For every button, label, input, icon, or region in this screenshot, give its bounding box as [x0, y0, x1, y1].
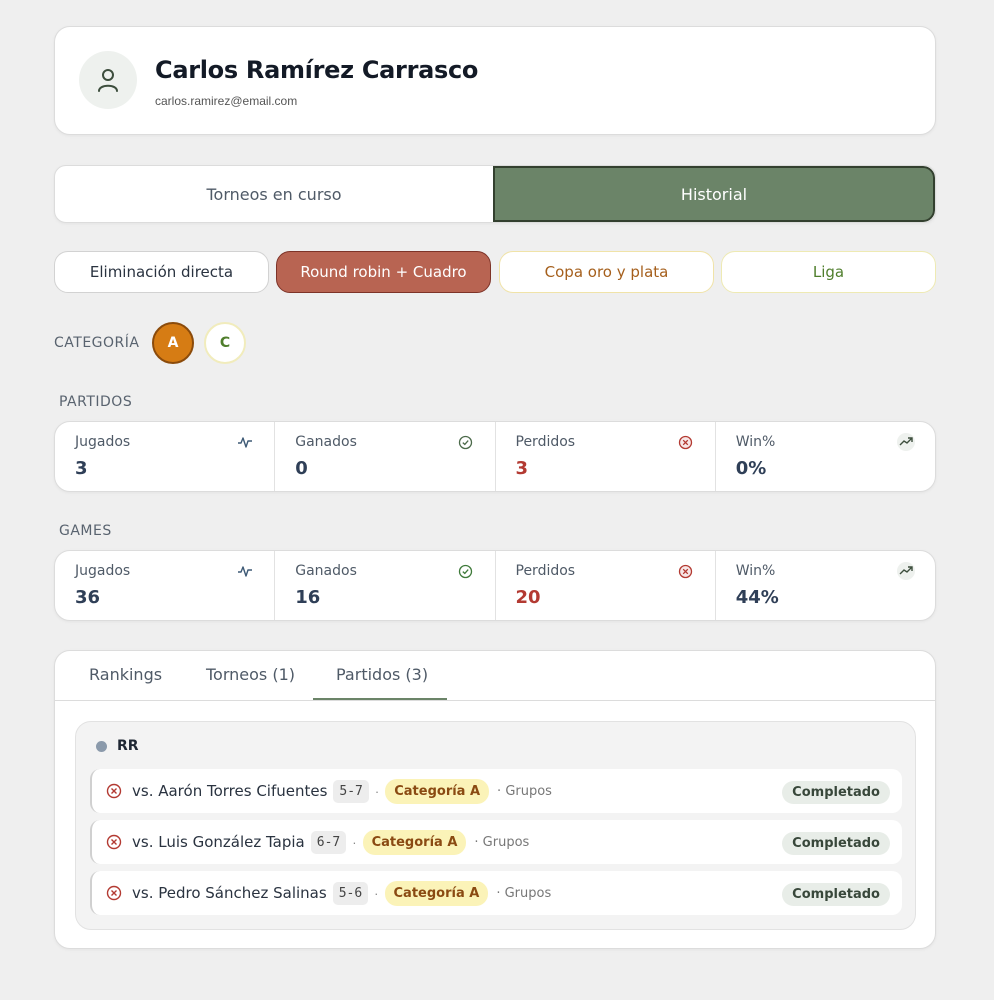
category-label: CATEGORÍA — [54, 335, 140, 351]
stat-label: Ganados — [295, 563, 357, 579]
match-score: 5-7 — [333, 779, 369, 803]
format-eliminacion-directa[interactable]: Eliminación directa — [54, 251, 269, 293]
stat-label: Perdidos — [515, 434, 576, 450]
match-opponent: vs. Luis González Tapia — [132, 833, 305, 851]
category-c-button[interactable]: C — [204, 322, 246, 364]
stat-label: Win% — [735, 434, 776, 450]
history-panel: Rankings Torneos (1) Partidos (3) RR vs.… — [54, 650, 936, 949]
group-title: RR — [117, 738, 139, 754]
stat-label: Win% — [735, 563, 776, 579]
separator-dot: · — [374, 885, 379, 901]
profile-email: carlos.ramirez@email.com — [155, 94, 298, 108]
trending-up-icon — [897, 562, 915, 580]
stat-value: 20 — [515, 587, 541, 608]
stat-value: 44% — [735, 587, 779, 608]
match-group: RR vs. Aarón Torres Cifuentes 5-7 · Cate… — [75, 721, 916, 930]
match-opponent: vs. Aarón Torres Cifuentes — [132, 782, 328, 800]
check-circle-icon — [457, 562, 475, 580]
match-row[interactable]: vs. Luis González Tapia 6-7 · Categoría … — [90, 820, 902, 864]
status-badge: Completado — [782, 883, 890, 906]
category-a-button[interactable]: A — [152, 322, 194, 364]
profile-card: Carlos Ramírez Carrasco carlos.ramirez@e… — [54, 26, 936, 135]
match-row[interactable]: vs. Aarón Torres Cifuentes 5-7 · Categor… — [90, 769, 902, 813]
check-circle-icon — [457, 433, 475, 451]
match-phase: · Grupos — [496, 885, 552, 901]
stat-value: 36 — [75, 587, 101, 608]
x-circle-icon — [677, 433, 695, 451]
user-icon — [79, 51, 137, 109]
match-score: 6-7 — [310, 830, 347, 854]
stat-jugados: Jugados 3 — [55, 422, 276, 491]
x-circle-icon — [106, 885, 122, 901]
format-liga[interactable]: Liga — [721, 251, 936, 293]
stat-value: 16 — [295, 587, 321, 608]
match-row[interactable]: vs. Pedro Sánchez Salinas 5-6 · Categorí… — [90, 871, 902, 915]
stat-ganados: Ganados 0 — [275, 422, 496, 491]
tab-partidos[interactable]: Partidos (3) — [336, 665, 428, 684]
activity-icon — [236, 433, 254, 451]
partidos-section-label: PARTIDOS — [59, 394, 133, 410]
stat-value: 3 — [75, 458, 88, 479]
match-opponent: vs. Pedro Sánchez Salinas — [132, 884, 327, 902]
format-round-robin-cuadro[interactable]: Round robin + Cuadro — [276, 251, 491, 293]
match-category-badge: Categoría A — [384, 880, 489, 906]
separator-dot: · — [374, 783, 380, 799]
trending-up-icon — [897, 433, 915, 451]
stat-win-pct: Win% 44% — [716, 551, 935, 620]
separator-dot: · — [352, 834, 357, 850]
status-badge: Completado — [782, 832, 890, 855]
group-dot — [96, 741, 107, 752]
stat-label: Jugados — [75, 434, 131, 450]
stat-label: Jugados — [75, 563, 131, 579]
stat-value: 0% — [735, 458, 767, 479]
stat-ganados: Ganados 16 — [275, 551, 496, 620]
match-phase: · Grupos — [497, 783, 552, 799]
stat-value: 0 — [295, 458, 308, 479]
tab-historial[interactable]: Historial — [493, 166, 935, 222]
x-circle-icon — [106, 783, 122, 799]
stat-perdidos: Perdidos 3 — [496, 422, 716, 491]
active-tab-indicator — [313, 698, 447, 700]
format-copa-oro-plata[interactable]: Copa oro y plata — [499, 251, 714, 293]
match-score: 5-6 — [332, 881, 369, 905]
stat-win-pct: Win% 0% — [716, 422, 935, 491]
partidos-stats: Jugados 3 Ganados 0 Perdidos 3 Win% 0% — [54, 421, 936, 492]
stat-jugados: Jugados 36 — [55, 551, 276, 620]
activity-icon — [236, 562, 254, 580]
stat-perdidos: Perdidos 20 — [496, 551, 716, 620]
match-phase: · Grupos — [474, 834, 530, 850]
games-section-label: GAMES — [59, 523, 112, 539]
sub-tabs: Rankings Torneos (1) Partidos (3) — [55, 651, 935, 701]
tab-torneos-en-curso[interactable]: Torneos en curso — [55, 166, 493, 222]
main-tabs: Torneos en curso Historial — [54, 165, 936, 223]
profile-name: Carlos Ramírez Carrasco — [155, 56, 479, 84]
match-category-badge: Categoría A — [385, 778, 490, 804]
stat-label: Perdidos — [515, 563, 576, 579]
stat-value: 3 — [515, 458, 529, 479]
games-stats: Jugados 36 Ganados 16 Perdidos 20 Win% 4… — [54, 550, 936, 621]
x-circle-icon — [106, 834, 122, 850]
status-badge: Completado — [782, 781, 890, 804]
tab-torneos[interactable]: Torneos (1) — [206, 665, 295, 684]
x-circle-icon — [677, 562, 695, 580]
tab-rankings[interactable]: Rankings — [89, 665, 162, 684]
match-category-badge: Categoría A — [362, 829, 467, 855]
stat-label: Ganados — [295, 434, 357, 450]
